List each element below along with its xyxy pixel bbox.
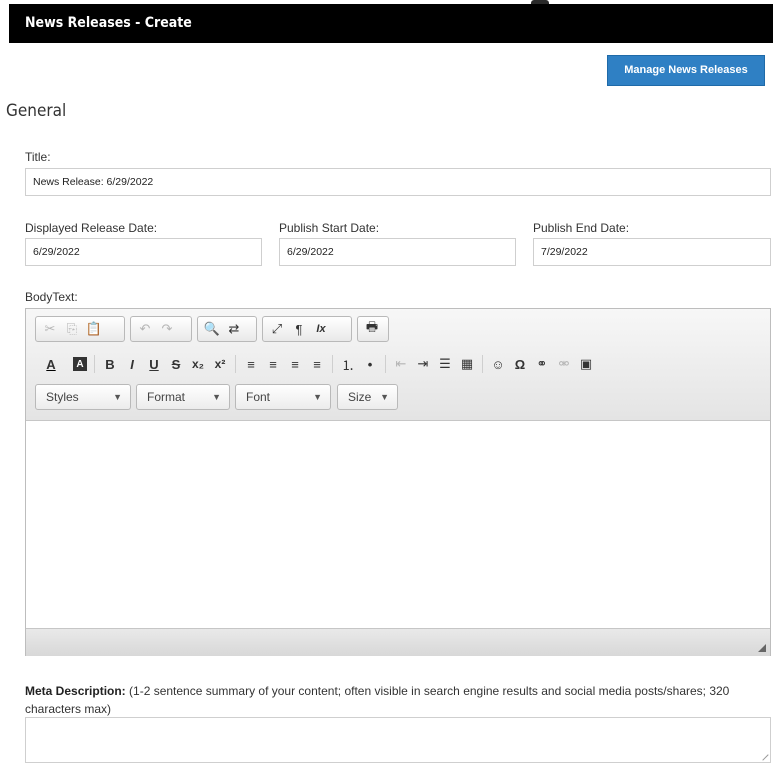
smiley-icon[interactable]: ☺ [487, 354, 509, 374]
manage-news-releases-button[interactable]: Manage News Releases [607, 55, 765, 86]
maximize-icon[interactable]: ⤢ [266, 319, 288, 339]
section-heading: General [6, 101, 67, 121]
size-dropdown[interactable]: Size ▼ [337, 384, 398, 410]
styles-dropdown[interactable]: Styles ▼ [35, 384, 131, 410]
background-color-icon[interactable]: A [73, 357, 87, 371]
special-character-icon[interactable]: Ω [509, 354, 531, 374]
font-dropdown[interactable]: Font ▼ [235, 384, 331, 410]
bulleted-list-icon[interactable]: • [359, 354, 381, 374]
justify-icon[interactable]: ≡ [306, 354, 328, 374]
editor-toolbar: ✂ ⎘ 📋 ↶ ↷ 🔍 ⇄ ⤢ ¶ Ix 🖶 A A B I U S x₂ x²… [26, 309, 770, 421]
separator [482, 355, 483, 373]
print-group: 🖶 [357, 316, 389, 342]
title-input[interactable]: News Release: 6/29/2022 [25, 168, 771, 196]
superscript-icon[interactable]: x² [209, 354, 231, 374]
horizontal-line-icon[interactable]: ☰ [434, 354, 456, 374]
page-title: News Releases - Create [25, 15, 192, 31]
bold-icon[interactable]: B [99, 354, 121, 374]
body-text-label: BodyText: [25, 290, 78, 304]
redo-icon[interactable]: ↷ [156, 319, 178, 339]
view-group: ⤢ ¶ Ix [262, 316, 352, 342]
displayed-release-date-input[interactable]: 6/29/2022 [25, 238, 262, 266]
formatting-row: A A B I U S x₂ x² ≡ ≡ ≡ ≡ ⒈ • ⇤ ⇥ ☰ ▦ ☺ … [35, 353, 597, 375]
meta-description-label: Meta Description: (1-2 sentence summary … [25, 682, 765, 718]
separator [385, 355, 386, 373]
publish-end-date-input[interactable]: 7/29/2022 [533, 238, 771, 266]
show-blocks-icon[interactable]: ¶ [288, 319, 310, 339]
page-title-bar: News Releases - Create [9, 4, 773, 43]
underline-icon[interactable]: U [143, 354, 165, 374]
strikethrough-icon[interactable]: S [165, 354, 187, 374]
meta-description-textarea[interactable] [25, 717, 771, 763]
link-icon[interactable]: ⚭ [531, 354, 553, 374]
italic-icon[interactable]: I [121, 354, 143, 374]
separator [235, 355, 236, 373]
editor-content-area[interactable] [26, 421, 770, 628]
undo-icon[interactable]: ↶ [134, 319, 156, 339]
size-dropdown-label: Size [348, 390, 372, 404]
chevron-down-icon: ▼ [113, 392, 122, 402]
align-center-icon[interactable]: ≡ [262, 354, 284, 374]
meta-description-hint: (1-2 sentence summary of your content; o… [25, 684, 730, 716]
displayed-release-date-label: Displayed Release Date: [25, 221, 158, 235]
print-icon[interactable]: 🖶 [361, 319, 383, 339]
outdent-icon[interactable]: ⇤ [390, 354, 412, 374]
text-color-icon[interactable]: A [35, 354, 67, 374]
cut-icon[interactable]: ✂ [39, 319, 61, 339]
indent-icon[interactable]: ⇥ [412, 354, 434, 374]
replace-icon[interactable]: ⇄ [223, 319, 245, 339]
chevron-down-icon: ▼ [380, 392, 389, 402]
publish-start-date-label: Publish Start Date: [279, 221, 380, 235]
meta-description-title: Meta Description: [25, 684, 126, 698]
subscript-icon[interactable]: x₂ [187, 354, 209, 374]
font-dropdown-label: Font [246, 390, 271, 404]
separator [94, 355, 95, 373]
align-right-icon[interactable]: ≡ [284, 354, 306, 374]
image-icon[interactable]: ▣ [575, 354, 597, 374]
format-dropdown[interactable]: Format ▼ [136, 384, 230, 410]
editor-status-bar [26, 628, 770, 656]
paste-icon[interactable]: 📋 [83, 319, 105, 339]
numbered-list-icon[interactable]: ⒈ [337, 354, 359, 374]
separator [332, 355, 333, 373]
copy-icon[interactable]: ⎘ [61, 319, 83, 339]
find-group: 🔍 ⇄ [197, 316, 257, 342]
resize-handle-icon[interactable] [757, 749, 769, 761]
find-icon[interactable]: 🔍 [201, 319, 223, 339]
unlink-icon[interactable]: ⚮ [553, 354, 575, 374]
title-label: Title: [25, 150, 51, 164]
resize-handle-icon[interactable] [758, 644, 766, 652]
publish-end-date-label: Publish End Date: [533, 221, 630, 235]
undo-group: ↶ ↷ [130, 316, 192, 342]
format-dropdown-label: Format [147, 390, 186, 404]
publish-start-date-input[interactable]: 6/29/2022 [279, 238, 516, 266]
remove-format-icon[interactable]: Ix [310, 319, 332, 339]
chevron-down-icon: ▼ [313, 392, 322, 402]
clipboard-group: ✂ ⎘ 📋 [35, 316, 125, 342]
table-icon[interactable]: ▦ [456, 354, 478, 374]
align-left-icon[interactable]: ≡ [240, 354, 262, 374]
chevron-down-icon: ▼ [212, 392, 221, 402]
styles-dropdown-label: Styles [46, 390, 79, 404]
rich-text-editor: ✂ ⎘ 📋 ↶ ↷ 🔍 ⇄ ⤢ ¶ Ix 🖶 A A B I U S x₂ x²… [25, 308, 771, 656]
